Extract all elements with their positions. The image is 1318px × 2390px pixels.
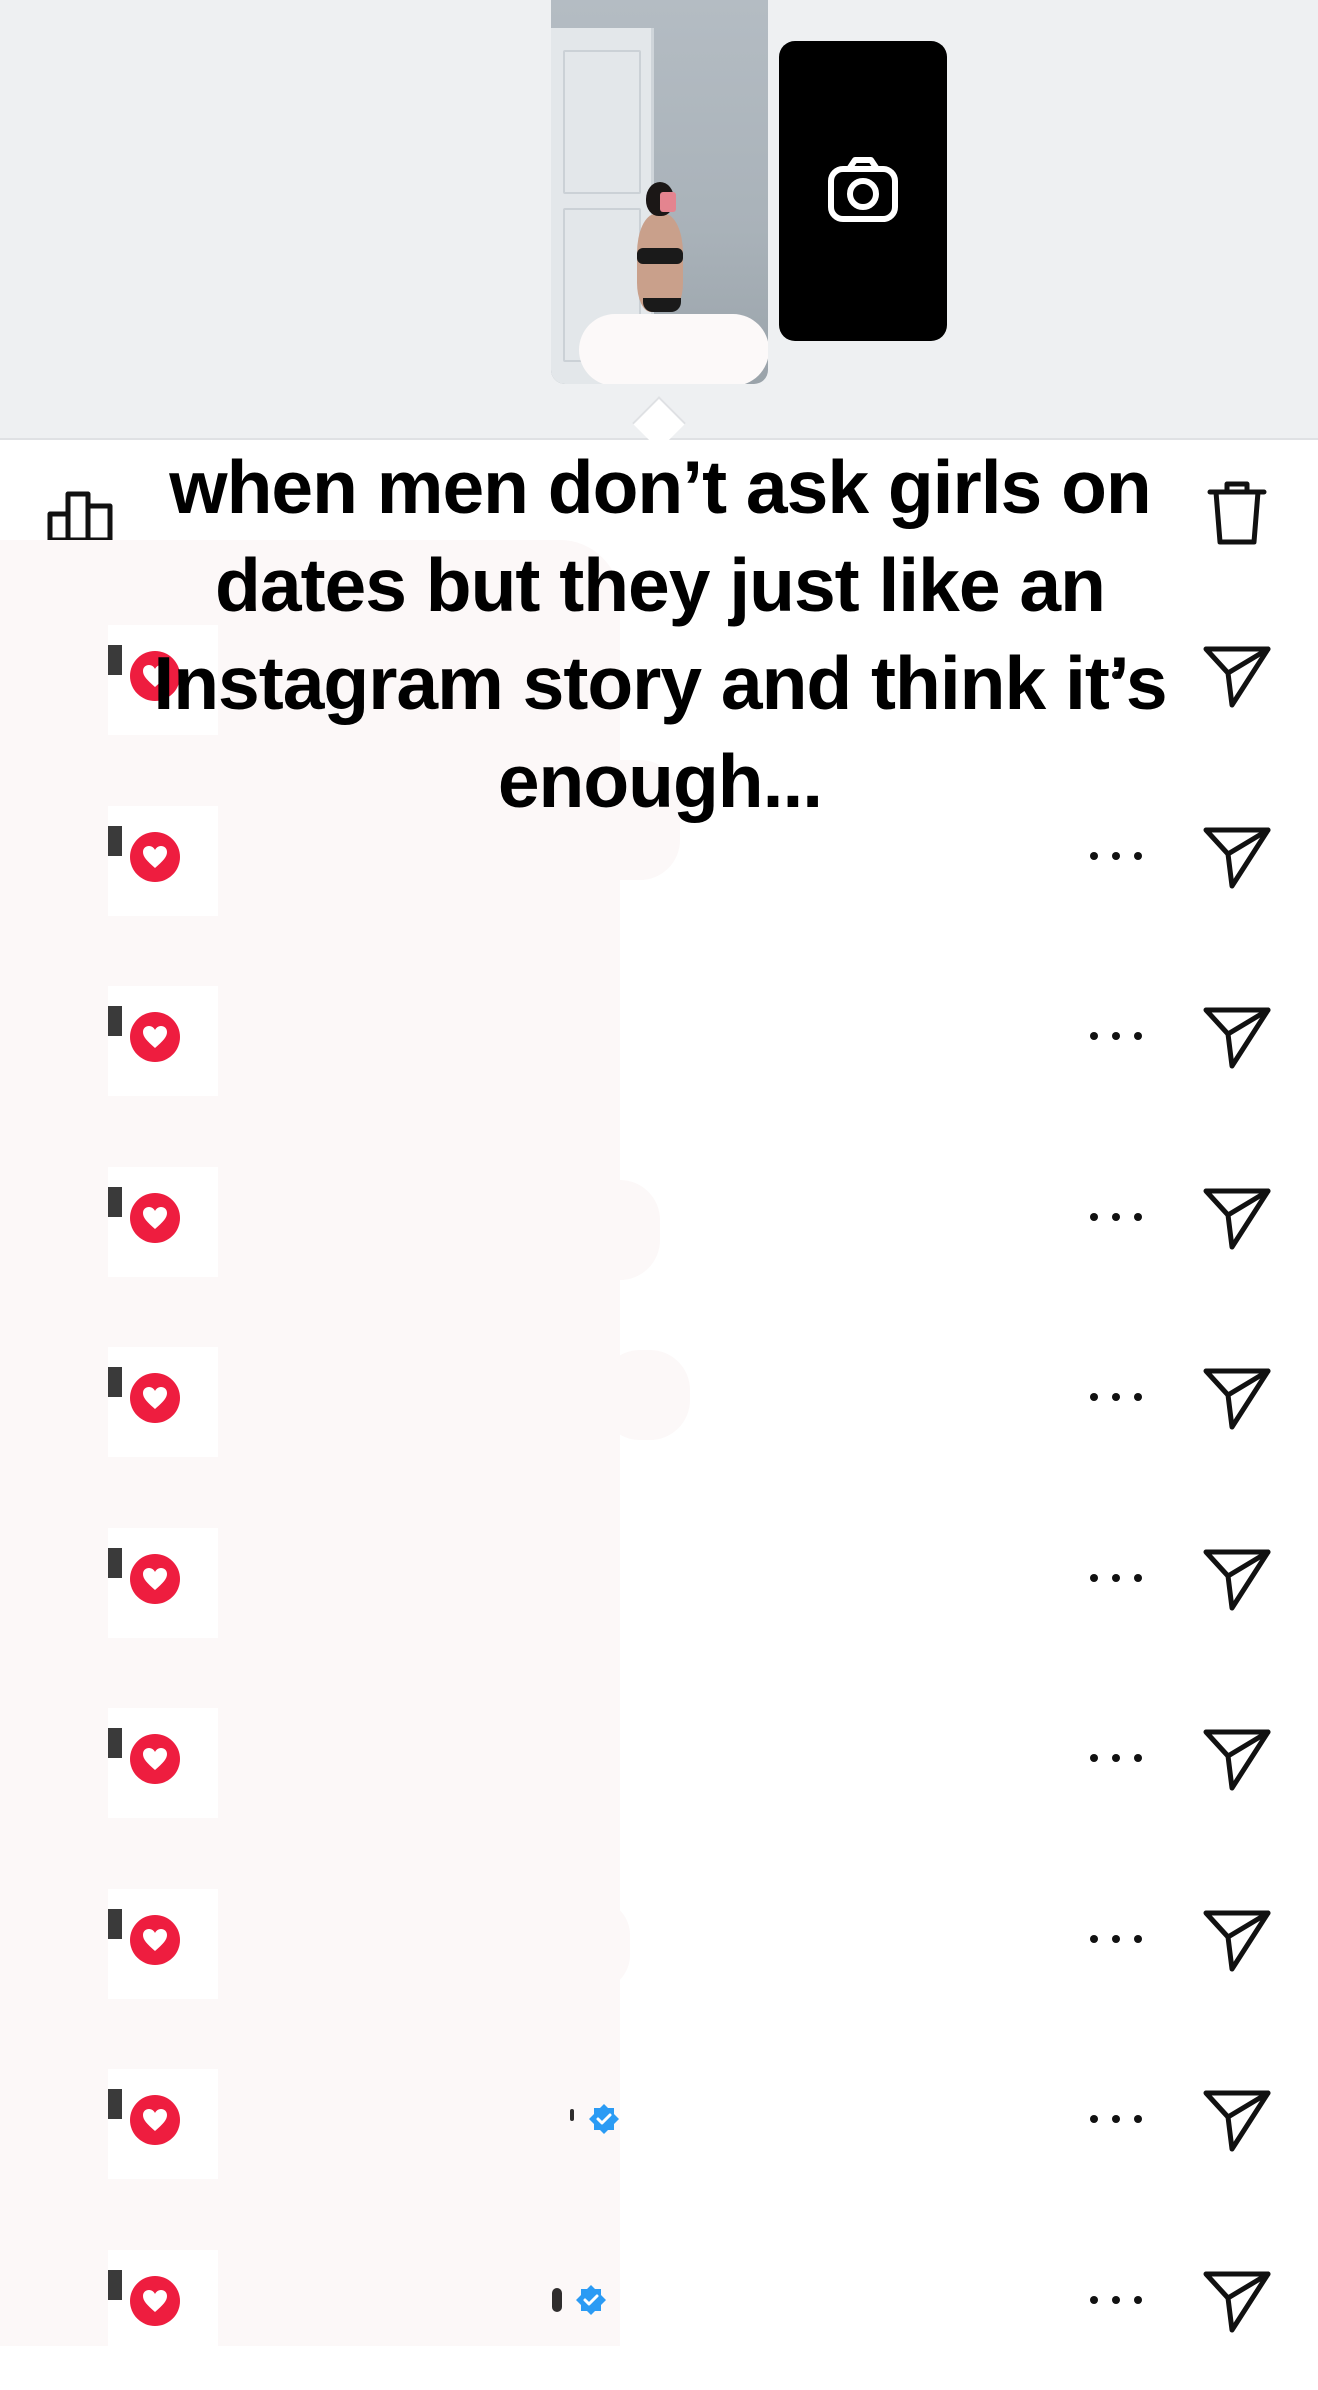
send-icon[interactable] <box>1200 639 1274 713</box>
more-icon[interactable] <box>1090 2109 1142 2129</box>
viewer-row[interactable] <box>0 2210 1318 2390</box>
verified-icon <box>589 2104 619 2134</box>
send-icon[interactable] <box>1200 1722 1274 1796</box>
send-icon[interactable] <box>1200 1361 1274 1435</box>
add-story-button[interactable] <box>779 41 947 341</box>
heart-icon <box>130 1553 180 1604</box>
camera-icon <box>828 157 898 222</box>
more-icon[interactable] <box>1090 846 1142 866</box>
viewer-row[interactable] <box>0 1307 1318 1487</box>
username-fragment <box>552 2287 562 2312</box>
viewer-row[interactable] <box>0 1849 1318 2029</box>
verified-icon <box>576 2284 606 2315</box>
heart-icon <box>130 2095 180 2145</box>
heart-icon <box>130 2275 180 2326</box>
more-icon[interactable] <box>1090 1207 1142 1227</box>
more-icon[interactable] <box>1090 1387 1142 1407</box>
send-icon[interactable] <box>1200 1903 1274 1977</box>
story-caption: when men don’t ask girls on dates but th… <box>153 445 1167 823</box>
more-icon[interactable] <box>1090 1568 1142 1588</box>
heart-icon <box>130 1192 180 1243</box>
more-icon[interactable] <box>1090 2290 1142 2310</box>
phone-case <box>660 192 676 212</box>
viewer-row[interactable] <box>0 1488 1318 1668</box>
thumbnail-redaction <box>579 314 768 384</box>
story-thumbnail[interactable] <box>551 0 768 384</box>
viewer-row[interactable] <box>0 946 1318 1126</box>
more-icon[interactable] <box>1090 1026 1142 1046</box>
send-icon[interactable] <box>1200 820 1274 894</box>
viewer-row[interactable] <box>0 2029 1318 2209</box>
trash-icon[interactable] <box>1207 478 1267 548</box>
heart-icon <box>130 1914 180 1965</box>
heart-icon <box>130 1373 180 1423</box>
viewer-row[interactable] <box>0 1668 1318 1848</box>
send-icon[interactable] <box>1200 2264 1274 2338</box>
viewer-row[interactable] <box>0 1127 1318 1307</box>
heart-icon <box>130 831 180 882</box>
send-icon[interactable] <box>1200 1000 1274 1074</box>
heart-icon <box>130 1734 180 1784</box>
bar-chart-icon[interactable] <box>46 476 116 546</box>
story-tray <box>0 0 1318 440</box>
heart-icon <box>130 1012 180 1062</box>
more-icon[interactable] <box>1090 1748 1142 1768</box>
send-icon[interactable] <box>1200 1181 1274 1255</box>
send-icon[interactable] <box>1200 2083 1274 2157</box>
more-icon[interactable] <box>1090 1929 1142 1949</box>
send-icon[interactable] <box>1200 1542 1274 1616</box>
username-fragment <box>570 2109 574 2121</box>
